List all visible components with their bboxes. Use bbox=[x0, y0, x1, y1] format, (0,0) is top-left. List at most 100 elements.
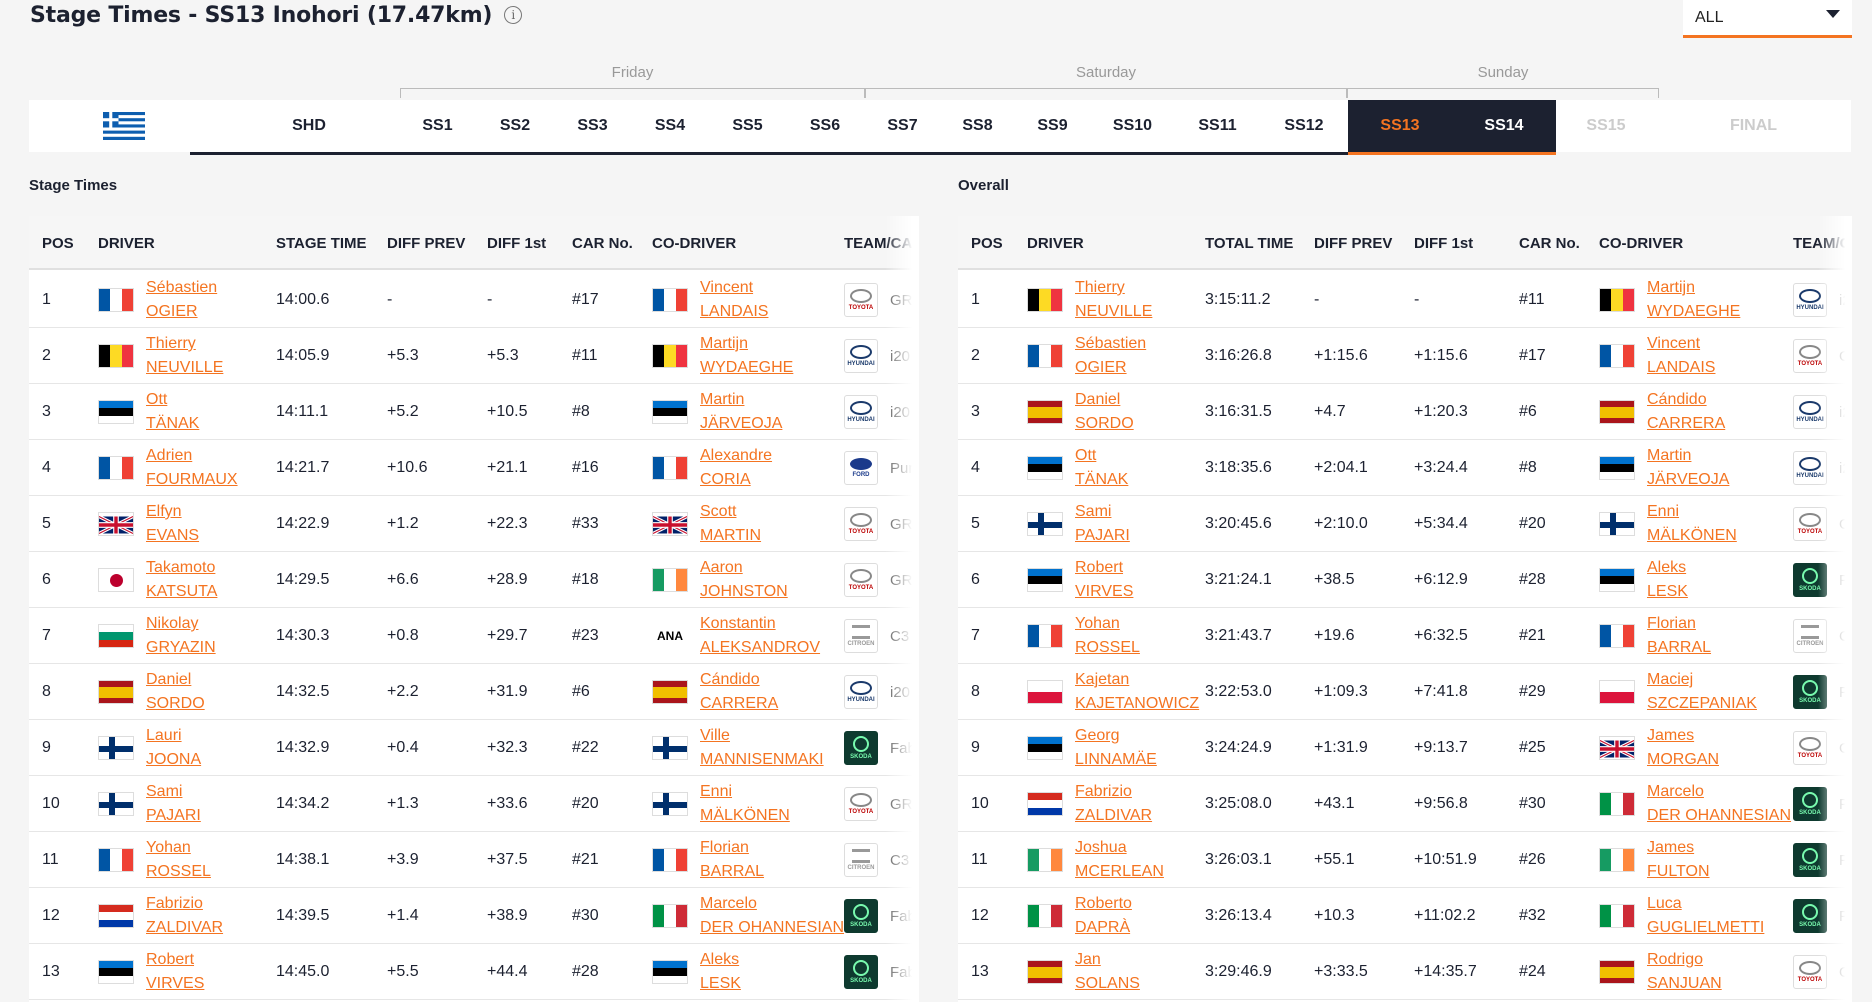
co-driver-last-name-link[interactable]: MÄLKÖNEN bbox=[1647, 524, 1737, 548]
driver-first-name-link[interactable]: Joshua bbox=[1075, 836, 1164, 860]
co-driver-last-name-link[interactable]: DER OHANNESIAN bbox=[700, 916, 844, 940]
driver-last-name-link[interactable]: OGIER bbox=[1075, 356, 1146, 380]
driver-first-name-link[interactable]: Fabrizio bbox=[146, 892, 223, 916]
stage-tab-ss6[interactable]: SS6 bbox=[785, 100, 865, 152]
info-icon[interactable]: i bbox=[504, 6, 523, 24]
co-driver-first-name-link[interactable]: Florian bbox=[1647, 612, 1711, 636]
co-driver-last-name-link[interactable]: MÄLKÖNEN bbox=[700, 804, 790, 828]
table-row[interactable]: 13 Jan SOLANS 3:29:46.9 +3:33.5 +14:35.7 #24 Ro… bbox=[958, 944, 1852, 1000]
table-row[interactable]: 8 Daniel SORDO 14:32.5 +2.2 +31.9 #6 Cándido CAR… bbox=[29, 664, 919, 720]
co-driver-last-name-link[interactable]: FULTON bbox=[1647, 860, 1710, 884]
stage-tab-ss3[interactable]: SS3 bbox=[555, 100, 630, 152]
driver-last-name-link[interactable]: PAJARI bbox=[146, 804, 201, 828]
driver-last-name-link[interactable]: NEUVILLE bbox=[146, 356, 223, 380]
co-driver-last-name-link[interactable]: SZCZEPANIAK bbox=[1647, 692, 1757, 716]
co-driver-last-name-link[interactable]: ALEKSANDROV bbox=[700, 636, 820, 660]
co-driver-first-name-link[interactable]: Konstantin bbox=[700, 612, 820, 636]
column-header-car-no-[interactable]: CAR No. bbox=[572, 216, 633, 270]
co-driver-first-name-link[interactable]: Vincent bbox=[1647, 332, 1715, 356]
table-row[interactable]: 11 Yohan ROSSEL 14:38.1 +3.9 +37.5 #21 Florian B… bbox=[29, 832, 919, 888]
co-driver-first-name-link[interactable]: Ville bbox=[700, 724, 824, 748]
driver-last-name-link[interactable]: ROSSEL bbox=[1075, 636, 1140, 660]
driver-last-name-link[interactable]: SORDO bbox=[146, 692, 205, 716]
co-driver-last-name-link[interactable]: WYDAEGHE bbox=[1647, 300, 1740, 324]
co-driver-first-name-link[interactable]: Cándido bbox=[700, 668, 778, 692]
driver-first-name-link[interactable]: Daniel bbox=[146, 668, 205, 692]
column-header-total-time[interactable]: TOTAL TIME bbox=[1205, 216, 1293, 270]
driver-first-name-link[interactable]: Elfyn bbox=[146, 500, 199, 524]
column-header-driver[interactable]: DRIVER bbox=[1027, 216, 1084, 270]
co-driver-last-name-link[interactable]: SANJUAN bbox=[1647, 972, 1722, 996]
driver-last-name-link[interactable]: ZALDIVAR bbox=[146, 916, 223, 940]
driver-last-name-link[interactable]: FOURMAUX bbox=[146, 468, 238, 492]
co-driver-last-name-link[interactable]: JÄRVEOJA bbox=[700, 412, 782, 436]
table-row[interactable]: 10 Fabrizio ZALDIVAR 3:25:08.0 +43.1 +9:56.8 #… bbox=[958, 776, 1852, 832]
co-driver-last-name-link[interactable]: MANNISENMAKI bbox=[700, 748, 824, 772]
driver-first-name-link[interactable]: Ott bbox=[146, 388, 199, 412]
table-row[interactable]: 1 Sébastien OGIER 14:00.6 - - #17 Vincent LANDAI… bbox=[29, 272, 919, 328]
driver-last-name-link[interactable]: KAJETANOWICZ bbox=[1075, 692, 1199, 716]
driver-last-name-link[interactable]: TÄNAK bbox=[1075, 468, 1128, 492]
co-driver-first-name-link[interactable]: Luca bbox=[1647, 892, 1764, 916]
co-driver-first-name-link[interactable]: Martin bbox=[1647, 444, 1729, 468]
co-driver-last-name-link[interactable]: MARTIN bbox=[700, 524, 761, 548]
table-row[interactable]: 1 Thierry NEUVILLE 3:15:11.2 - - #11 Martijn WYD… bbox=[958, 272, 1852, 328]
co-driver-first-name-link[interactable]: Enni bbox=[700, 780, 790, 804]
co-driver-last-name-link[interactable]: CARRERA bbox=[700, 692, 778, 716]
table-row[interactable]: 5 Elfyn EVANS 14:22.9 +1.2 +22.3 #33 Scott MARTI… bbox=[29, 496, 919, 552]
driver-first-name-link[interactable]: Sami bbox=[146, 780, 201, 804]
column-header-stage-time[interactable]: STAGE TIME bbox=[276, 216, 367, 270]
co-driver-first-name-link[interactable]: Scott bbox=[700, 500, 761, 524]
table-row[interactable]: 9 Lauri JOONA 14:32.9 +0.4 +32.3 #22 Ville MANNI… bbox=[29, 720, 919, 776]
country-selector[interactable] bbox=[29, 100, 219, 152]
co-driver-last-name-link[interactable]: CARRERA bbox=[1647, 412, 1725, 436]
stage-tab-ss12[interactable]: SS12 bbox=[1260, 100, 1348, 152]
table-row[interactable]: 5 Sami PAJARI 3:20:45.6 +2:10.0 +5:34.4 #20 Enn… bbox=[958, 496, 1852, 552]
co-driver-last-name-link[interactable]: BARRAL bbox=[1647, 636, 1711, 660]
driver-first-name-link[interactable]: Kajetan bbox=[1075, 668, 1199, 692]
driver-last-name-link[interactable]: KATSUTA bbox=[146, 580, 217, 604]
driver-first-name-link[interactable]: Fabrizio bbox=[1075, 780, 1152, 804]
driver-last-name-link[interactable]: EVANS bbox=[146, 524, 199, 548]
driver-first-name-link[interactable]: Robert bbox=[146, 948, 204, 972]
driver-last-name-link[interactable]: LINNAMÄE bbox=[1075, 748, 1157, 772]
co-driver-first-name-link[interactable]: Alexandre bbox=[700, 444, 772, 468]
driver-first-name-link[interactable]: Sébastien bbox=[1075, 332, 1146, 356]
column-header-car-no-[interactable]: CAR No. bbox=[1519, 216, 1580, 270]
table-row[interactable]: 4 Adrien FOURMAUX 14:21.7 +10.6 +21.1 #16 Alexa… bbox=[29, 440, 919, 496]
co-driver-first-name-link[interactable]: Rodrigo bbox=[1647, 948, 1722, 972]
co-driver-last-name-link[interactable]: CORIA bbox=[700, 468, 772, 492]
co-driver-last-name-link[interactable]: MORGAN bbox=[1647, 748, 1719, 772]
co-driver-first-name-link[interactable]: Aleks bbox=[1647, 556, 1688, 580]
stage-tab-ss7[interactable]: SS7 bbox=[865, 100, 940, 152]
column-header-pos[interactable]: POS bbox=[42, 216, 74, 270]
driver-first-name-link[interactable]: Adrien bbox=[146, 444, 238, 468]
driver-last-name-link[interactable]: JOONA bbox=[146, 748, 201, 772]
table-row[interactable]: 8 Kajetan KAJETANOWICZ 3:22:53.0 +1:09.3 +7:4… bbox=[958, 664, 1852, 720]
co-driver-first-name-link[interactable]: Cándido bbox=[1647, 388, 1725, 412]
table-row[interactable]: 12 Roberto DAPRÀ 3:26:13.4 +10.3 +11:02.2 #32 L… bbox=[958, 888, 1852, 944]
driver-last-name-link[interactable]: VIRVES bbox=[146, 972, 204, 996]
driver-last-name-link[interactable]: DAPRÀ bbox=[1075, 916, 1132, 940]
table-row[interactable]: 10 Sami PAJARI 14:34.2 +1.3 +33.6 #20 Enni MÄLKÖ… bbox=[29, 776, 919, 832]
stage-tab-ss13[interactable]: SS13 bbox=[1348, 100, 1452, 152]
column-header-diff-1st[interactable]: DIFF 1st bbox=[1414, 216, 1473, 270]
driver-last-name-link[interactable]: NEUVILLE bbox=[1075, 300, 1152, 324]
column-header-driver[interactable]: DRIVER bbox=[98, 216, 155, 270]
driver-last-name-link[interactable]: SORDO bbox=[1075, 412, 1134, 436]
co-driver-first-name-link[interactable]: James bbox=[1647, 724, 1719, 748]
driver-first-name-link[interactable]: Robert bbox=[1075, 556, 1133, 580]
column-header-co-driver[interactable]: CO-DRIVER bbox=[652, 216, 736, 270]
co-driver-first-name-link[interactable]: Marcelo bbox=[1647, 780, 1791, 804]
table-row[interactable]: 6 Robert VIRVES 3:21:24.1 +38.5 +6:12.9 #28 Ale… bbox=[958, 552, 1852, 608]
driver-first-name-link[interactable]: Thierry bbox=[146, 332, 223, 356]
table-row[interactable]: 3 Daniel SORDO 3:16:31.5 +4.7 +1:20.3 #6 Cándid… bbox=[958, 384, 1852, 440]
driver-first-name-link[interactable]: Thierry bbox=[1075, 276, 1152, 300]
co-driver-last-name-link[interactable]: WYDAEGHE bbox=[700, 356, 793, 380]
co-driver-first-name-link[interactable]: Aleks bbox=[700, 948, 741, 972]
co-driver-first-name-link[interactable]: James bbox=[1647, 836, 1710, 860]
driver-first-name-link[interactable]: Georg bbox=[1075, 724, 1157, 748]
stage-tab-ss2[interactable]: SS2 bbox=[475, 100, 555, 152]
co-driver-first-name-link[interactable]: Florian bbox=[700, 836, 764, 860]
column-header-diff-prev[interactable]: DIFF PREV bbox=[1314, 216, 1392, 270]
